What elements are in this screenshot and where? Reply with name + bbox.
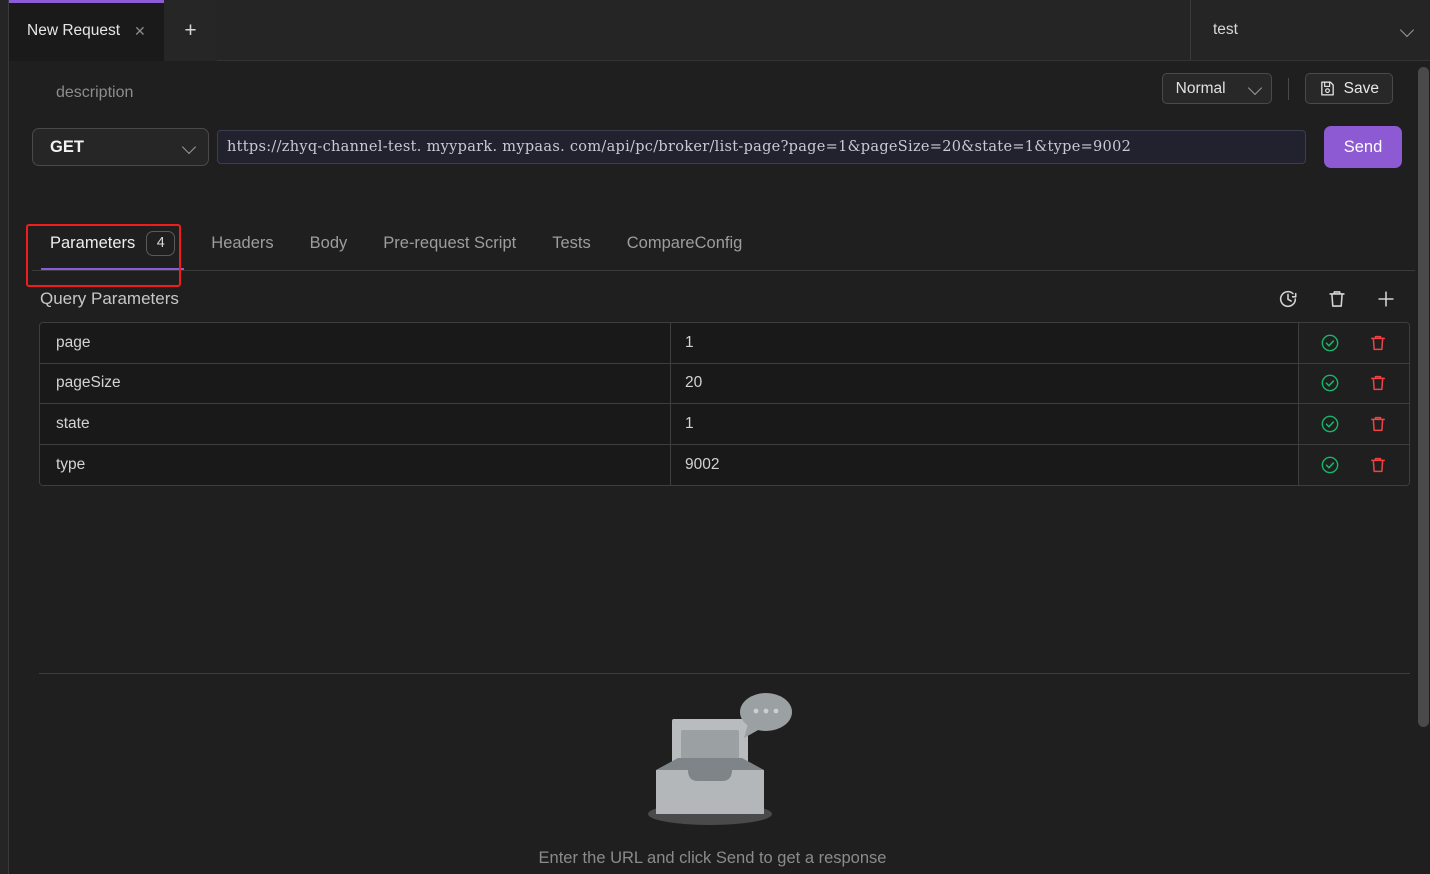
tab-strip-filler xyxy=(217,0,1190,61)
tab-parameters-label: Parameters xyxy=(50,233,136,252)
param-key-input[interactable]: pageSize xyxy=(40,363,671,403)
left-rail-top xyxy=(0,0,9,61)
request-tab-new-request[interactable]: New Request ✕ xyxy=(9,0,164,61)
response-divider xyxy=(39,673,1410,674)
tools-divider xyxy=(1287,77,1289,100)
environment-select[interactable]: test xyxy=(1190,0,1430,61)
close-icon[interactable]: ✕ xyxy=(134,24,146,38)
url-input[interactable]: https://zhyq-channel-test. myypark. mypa… xyxy=(217,130,1306,164)
trash-icon[interactable] xyxy=(1368,373,1388,393)
trash-icon[interactable] xyxy=(1368,455,1388,475)
row-actions xyxy=(1299,363,1409,403)
table-row: state 1 xyxy=(40,404,1409,445)
query-parameters-title: Query Parameters xyxy=(40,289,179,308)
save-button-label: Save xyxy=(1343,79,1379,97)
tab-body[interactable]: Body xyxy=(292,216,366,270)
tab-headers-label: Headers xyxy=(211,233,274,252)
table-row: pageSize 20 xyxy=(40,363,1409,404)
row-actions xyxy=(1299,404,1409,444)
tab-tests[interactable]: Tests xyxy=(534,216,609,270)
row-actions xyxy=(1299,323,1409,363)
row-actions xyxy=(1299,444,1409,485)
tab-compare-config-label: CompareConfig xyxy=(626,233,743,252)
request-body-area: description Normal Save GET https://zhyq… xyxy=(0,61,1430,874)
plus-icon[interactable] xyxy=(1375,288,1397,310)
send-button-label: Send xyxy=(1343,137,1383,156)
tab-parameters-badge: 4 xyxy=(146,230,176,256)
url-value: https://zhyq-channel-test. myypark. mypa… xyxy=(227,139,1132,155)
trash-icon[interactable] xyxy=(1368,414,1388,434)
api-client-window: New Request ✕ + test description Normal xyxy=(0,0,1430,874)
section-tabs: Parameters 4 Headers Body Pre-request Sc… xyxy=(32,216,1415,271)
table-row: type 9002 xyxy=(40,444,1409,485)
trash-icon[interactable] xyxy=(1326,288,1348,310)
tab-pre-request-script-label: Pre-request Script xyxy=(383,233,517,252)
request-tab-label: New Request xyxy=(27,21,121,39)
table-row: page 1 xyxy=(40,323,1409,364)
param-value-input[interactable]: 9002 xyxy=(671,444,1299,485)
vertical-scrollbar[interactable] xyxy=(1416,61,1430,874)
check-circle-icon[interactable] xyxy=(1320,455,1340,475)
query-parameters-toolbar xyxy=(1277,288,1397,310)
tab-parameters[interactable]: Parameters 4 xyxy=(32,216,193,270)
check-circle-icon[interactable] xyxy=(1320,414,1340,434)
chevron-down-icon xyxy=(183,141,196,154)
save-button[interactable]: Save xyxy=(1304,73,1393,104)
send-button[interactable]: Send xyxy=(1324,126,1402,168)
param-value-input[interactable]: 20 xyxy=(671,363,1299,403)
chevron-down-icon xyxy=(1401,24,1414,37)
description-input[interactable]: description xyxy=(56,84,133,102)
response-empty-state: Enter the URL and click Send to get a re… xyxy=(10,686,1415,868)
inbox-tray-icon xyxy=(647,693,792,825)
query-parameters-table: page 1 pageSize 20 state 1 type 9002 xyxy=(39,322,1410,486)
request-tools: Normal Save xyxy=(1161,73,1393,104)
tab-body-label: Body xyxy=(309,233,348,252)
tab-compare-config[interactable]: CompareConfig xyxy=(609,216,761,270)
check-circle-icon[interactable] xyxy=(1320,333,1340,353)
tab-tests-label: Tests xyxy=(552,233,591,252)
tab-headers[interactable]: Headers xyxy=(193,216,291,270)
left-rail xyxy=(0,61,9,874)
mode-value: Normal xyxy=(1175,79,1226,97)
param-key-input[interactable]: type xyxy=(40,444,671,485)
trash-icon[interactable] xyxy=(1368,333,1388,353)
param-value-input[interactable]: 1 xyxy=(671,323,1299,363)
param-key-input[interactable]: state xyxy=(40,404,671,444)
url-row: GET https://zhyq-channel-test. myypark. … xyxy=(32,117,1415,177)
floppy-disk-icon xyxy=(1320,81,1334,96)
param-value-input[interactable]: 1 xyxy=(671,404,1299,444)
http-method-select[interactable]: GET xyxy=(32,128,209,166)
chevron-down-icon xyxy=(1249,82,1262,95)
param-key-input[interactable]: page xyxy=(40,323,671,363)
request-content: description Normal Save GET https://zhyq… xyxy=(10,61,1415,874)
plus-icon[interactable]: + xyxy=(164,0,217,61)
query-parameters-header: Query Parameters xyxy=(32,279,1415,319)
tab-pre-request-script[interactable]: Pre-request Script xyxy=(365,216,534,270)
http-method-value: GET xyxy=(50,137,84,156)
mode-select[interactable]: Normal xyxy=(1161,73,1272,104)
tab-strip: New Request ✕ + test xyxy=(0,0,1430,61)
check-circle-icon[interactable] xyxy=(1320,373,1340,393)
vertical-scrollbar-thumb[interactable] xyxy=(1418,67,1429,727)
environment-value: test xyxy=(1213,21,1238,38)
history-reset-icon[interactable] xyxy=(1277,288,1299,310)
response-empty-message: Enter the URL and click Send to get a re… xyxy=(538,849,887,867)
